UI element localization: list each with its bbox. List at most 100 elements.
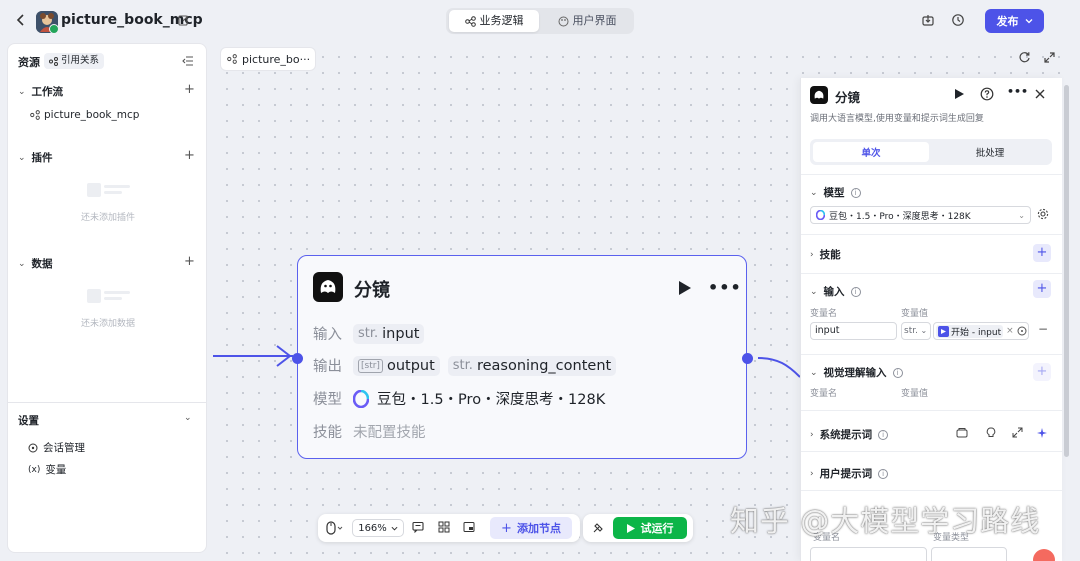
info-icon[interactable]: i bbox=[850, 187, 861, 198]
model-logo-icon bbox=[313, 272, 343, 302]
model-settings-icon[interactable] bbox=[1037, 208, 1049, 220]
chevron-down-icon[interactable]: ⌄ bbox=[184, 413, 192, 423]
comment-icon[interactable] bbox=[412, 521, 424, 533]
output-name-input[interactable] bbox=[810, 547, 927, 561]
plugin-section[interactable]: ⌄ 插件 bbox=[18, 150, 53, 165]
resource-header: 资源 bbox=[18, 56, 40, 69]
add-node-button[interactable]: + 添加节点 bbox=[490, 517, 572, 539]
settings-item-conversation[interactable]: 会话管理 bbox=[28, 440, 85, 455]
empty-plugin-illustration bbox=[86, 181, 132, 199]
model-select[interactable]: 豆包・1.5・Pro・深度思考・128K ⌄ bbox=[810, 206, 1031, 224]
settings-section-label: 设置 bbox=[18, 415, 39, 427]
input-section[interactable]: ⌄ 输入 i bbox=[810, 284, 861, 299]
settings-icon[interactable] bbox=[1017, 326, 1027, 336]
variable-name-input[interactable]: input bbox=[810, 322, 897, 340]
node-output-port[interactable] bbox=[742, 353, 753, 364]
variable-type-select[interactable]: str. ⌄ bbox=[901, 322, 931, 340]
chevron-down-icon bbox=[1025, 19, 1032, 24]
mouse-mode-icon[interactable] bbox=[326, 521, 344, 535]
add-data-button[interactable]: + bbox=[184, 254, 195, 269]
expand-icon[interactable] bbox=[1043, 51, 1056, 64]
back-icon[interactable] bbox=[14, 12, 30, 28]
data-section[interactable]: ⌄ 数据 bbox=[18, 256, 53, 271]
help-icon[interactable] bbox=[980, 87, 994, 101]
test-run-button[interactable]: 试运行 bbox=[613, 517, 687, 539]
clear-icon[interactable]: × bbox=[1006, 326, 1014, 336]
edit-icon[interactable] bbox=[178, 14, 190, 26]
bulb-icon[interactable] bbox=[985, 427, 997, 439]
run-node-icon[interactable] bbox=[678, 280, 692, 296]
output-value: output bbox=[386, 357, 435, 374]
info-icon[interactable]: i bbox=[850, 286, 861, 297]
model-section[interactable]: ⌄ 模型 i bbox=[810, 185, 861, 200]
mode-switch: 单次 批处理 bbox=[810, 139, 1052, 165]
llm-node-storyboard[interactable]: 分镜 ••• 输入 str. input 输出 [str] output str… bbox=[297, 255, 747, 459]
test-run-label: 试运行 bbox=[640, 522, 674, 535]
skill-label: 技能 bbox=[313, 425, 342, 441]
system-prompt-section[interactable]: › 系统提示词 i bbox=[810, 427, 889, 442]
remove-row-icon[interactable]: − bbox=[1038, 322, 1048, 336]
incoming-connection bbox=[213, 345, 293, 367]
add-plugin-button[interactable]: + bbox=[184, 148, 195, 163]
add-node-label: 添加节点 bbox=[516, 522, 561, 535]
relation-icon bbox=[49, 56, 58, 66]
more-icon[interactable]: ••• bbox=[1007, 85, 1028, 98]
close-icon[interactable] bbox=[1034, 88, 1046, 100]
tab-user-interface[interactable]: 用户界面 bbox=[543, 10, 631, 32]
output-chip: [str] output bbox=[353, 355, 440, 376]
variable-reference-field[interactable]: 开始 - input × bbox=[933, 322, 1029, 340]
settings-item-variables[interactable]: (x) 变量 bbox=[28, 462, 66, 477]
collapse-panel-icon[interactable] bbox=[182, 56, 194, 66]
export-icon[interactable] bbox=[921, 13, 937, 29]
column-header-name: 变量名 bbox=[810, 309, 838, 319]
tab-user-interface-label: 用户界面 bbox=[572, 14, 617, 27]
model-section-label: 模型 bbox=[823, 187, 845, 199]
canvas-workflow-tab[interactable]: picture_bo··· bbox=[221, 48, 315, 70]
chevron-down-icon bbox=[391, 526, 398, 531]
panel-description: 调用大语言模型,使用变量和提示词生成回复 bbox=[810, 114, 984, 124]
mode-single[interactable]: 单次 bbox=[813, 142, 929, 162]
vision-input-section[interactable]: ⌄ 视觉理解输入 i bbox=[810, 365, 903, 380]
expand-icon[interactable] bbox=[1012, 427, 1023, 438]
run-node-icon[interactable] bbox=[954, 88, 965, 100]
add-input-button[interactable]: + bbox=[1033, 280, 1051, 298]
info-icon[interactable]: i bbox=[892, 367, 903, 378]
workflow-item[interactable]: picture_book_mcp bbox=[30, 109, 139, 121]
debug-tool-icon[interactable] bbox=[592, 521, 605, 534]
settings-item-label: 变量 bbox=[45, 464, 67, 476]
divider bbox=[801, 410, 1062, 411]
output-type-select[interactable] bbox=[931, 547, 1007, 561]
user-prompt-section[interactable]: › 用户提示词 i bbox=[810, 466, 889, 481]
start-node-icon bbox=[938, 325, 949, 337]
doubao-logo-icon bbox=[353, 389, 369, 408]
column-header-name: 变量名 bbox=[810, 389, 838, 399]
settings-section[interactable]: 设置 bbox=[18, 413, 39, 428]
publish-button[interactable]: 发布 bbox=[985, 9, 1044, 33]
model-logo-icon bbox=[810, 86, 828, 104]
add-vision-input-button[interactable]: + bbox=[1033, 363, 1051, 381]
workflow-section[interactable]: ⌄ 工作流 bbox=[18, 84, 63, 99]
ai-optimize-icon[interactable] bbox=[1036, 427, 1048, 439]
add-skill-button[interactable]: + bbox=[1033, 244, 1051, 262]
variable-type-value: str. bbox=[904, 326, 918, 336]
layout-icon[interactable] bbox=[438, 521, 450, 533]
add-workflow-button[interactable]: + bbox=[184, 82, 195, 97]
workflow-item-label: picture_book_mcp bbox=[44, 109, 140, 121]
more-icon[interactable]: ••• bbox=[708, 278, 742, 297]
skill-section[interactable]: › 技能 bbox=[810, 247, 841, 262]
node-input-port[interactable] bbox=[292, 353, 303, 364]
prompt-library-icon[interactable] bbox=[956, 427, 968, 439]
info-icon[interactable]: i bbox=[878, 429, 889, 440]
minimap-icon[interactable] bbox=[463, 521, 475, 533]
info-icon[interactable]: i bbox=[878, 468, 889, 479]
output-type: [str] bbox=[358, 358, 383, 373]
panel-scrollbar[interactable] bbox=[1064, 85, 1069, 457]
reference-relation-tag[interactable]: 引用关系 bbox=[44, 53, 105, 69]
tab-business-logic[interactable]: 业务逻辑 bbox=[449, 10, 539, 32]
zoom-select[interactable]: 166% bbox=[352, 519, 404, 537]
node-output-row: 输出 [str] output str. reasoning_content bbox=[313, 355, 617, 376]
refresh-icon[interactable] bbox=[1018, 51, 1031, 64]
mode-batch[interactable]: 批处理 bbox=[931, 142, 1049, 162]
history-icon[interactable] bbox=[951, 13, 967, 29]
divider bbox=[801, 490, 1062, 491]
